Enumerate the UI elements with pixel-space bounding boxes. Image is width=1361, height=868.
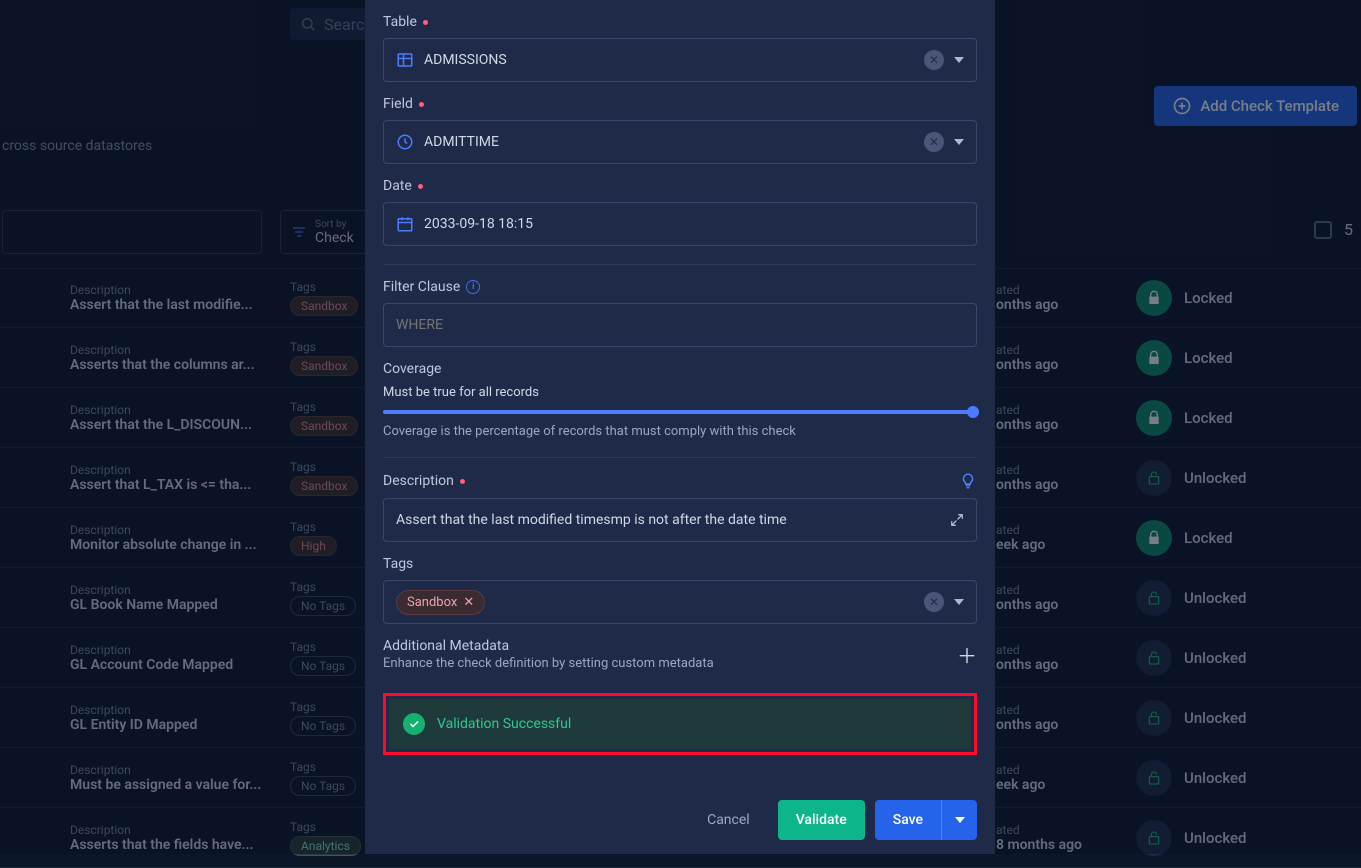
- save-dropdown-button[interactable]: [941, 800, 977, 840]
- clear-tags-button[interactable]: ✕: [924, 592, 944, 612]
- clear-table-button[interactable]: ✕: [924, 50, 944, 70]
- metadata-label: Additional Metadata: [383, 638, 714, 654]
- tags-label: Tags: [383, 556, 977, 572]
- field-field-label: Field: [383, 96, 977, 112]
- coverage-status: Must be true for all records: [383, 385, 977, 400]
- coverage-slider[interactable]: [383, 410, 977, 414]
- filter-clause-input[interactable]: [396, 317, 964, 333]
- table-select[interactable]: ADMISSIONS ✕: [383, 38, 977, 82]
- lightbulb-icon[interactable]: [959, 472, 977, 490]
- remove-tag-button[interactable]: ✕: [463, 595, 474, 610]
- coverage-label: Coverage: [383, 361, 977, 377]
- description-label-row: Description: [383, 472, 977, 490]
- expand-icon[interactable]: [950, 513, 964, 527]
- validate-button[interactable]: Validate: [778, 800, 865, 840]
- save-button[interactable]: Save: [875, 800, 941, 840]
- required-indicator: [419, 102, 424, 107]
- metadata-helper: Enhance the check definition by setting …: [383, 656, 714, 671]
- filter-input[interactable]: [383, 303, 977, 347]
- description-value: Assert that the last modified timesmp is…: [396, 512, 964, 528]
- clear-field-button[interactable]: ✕: [924, 132, 944, 152]
- chevron-down-icon: [955, 817, 965, 823]
- table-icon: [396, 51, 414, 69]
- slider-thumb[interactable]: [967, 406, 979, 418]
- table-field-label: Table: [383, 14, 977, 30]
- add-metadata-button[interactable]: ＋: [957, 640, 977, 669]
- field-select[interactable]: ADMITTIME ✕: [383, 120, 977, 164]
- info-icon[interactable]: i: [466, 280, 480, 294]
- tags-select[interactable]: Sandbox ✕ ✕: [383, 580, 977, 624]
- chevron-down-icon[interactable]: [954, 139, 964, 145]
- coverage-helper: Coverage is the percentage of records th…: [383, 424, 977, 439]
- cancel-button[interactable]: Cancel: [689, 800, 768, 840]
- calendar-icon: [396, 215, 414, 233]
- chevron-down-icon[interactable]: [954, 57, 964, 63]
- validation-text: Validation Successful: [437, 716, 571, 732]
- table-value: ADMISSIONS: [424, 52, 914, 68]
- field-value: ADMITTIME: [424, 134, 914, 150]
- required-indicator: [423, 20, 428, 25]
- date-field-label: Date: [383, 178, 977, 194]
- check-editor-modal: Table ADMISSIONS ✕ Field ADMITTIME ✕ Dat…: [365, 0, 995, 854]
- date-value: 2033-09-18 18:15: [424, 216, 964, 232]
- tag-chip-sandbox: Sandbox ✕: [396, 590, 485, 615]
- date-input[interactable]: 2033-09-18 18:15: [383, 202, 977, 246]
- validation-highlight-box: Validation Successful: [383, 693, 977, 755]
- required-indicator: [418, 184, 423, 189]
- check-circle-icon: [403, 713, 425, 735]
- required-indicator: [460, 479, 465, 484]
- validation-banner: Validation Successful: [389, 699, 971, 749]
- chevron-down-icon[interactable]: [954, 599, 964, 605]
- clock-icon: [396, 133, 414, 151]
- description-input[interactable]: Assert that the last modified timesmp is…: [383, 498, 977, 542]
- filter-clause-label: Filter Clausei: [383, 279, 977, 295]
